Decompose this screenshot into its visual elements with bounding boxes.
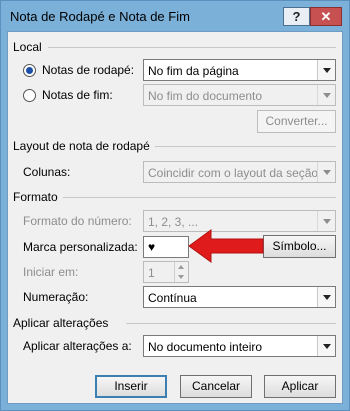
window-title: Nota de Rodapé e Nota de Fim	[10, 9, 190, 24]
separator	[155, 146, 336, 147]
footnotes-label[interactable]: Notas de rodapé:	[42, 63, 134, 77]
start-at-label: Iniciar em:	[23, 265, 79, 279]
numbering-label: Numeração:	[23, 290, 89, 304]
columns-value: Coincidir com o layout da seção	[148, 166, 319, 180]
footnotes-location-value: No fim da página	[148, 64, 239, 78]
chevron-down-icon[interactable]	[317, 162, 335, 182]
endnotes-radio[interactable]	[23, 89, 36, 102]
separator	[63, 197, 336, 198]
close-button[interactable]: ✕	[310, 7, 342, 26]
apply-to-label: Aplicar alterações a:	[23, 339, 132, 353]
endnotes-location-select[interactable]: No fim do documento	[143, 84, 336, 106]
dialog-body: Local Notas de rodapé: No fim da página …	[7, 31, 343, 404]
numbering-select[interactable]: Contínua	[143, 286, 336, 308]
section-title-layout: Layout de nota de rodapé	[13, 139, 150, 153]
columns-select[interactable]: Coincidir com o layout da seção	[143, 161, 336, 183]
insert-button[interactable]: Inserir	[95, 375, 167, 398]
dialog-window: Nota de Rodapé e Nota de Fim ? ✕ Local N…	[0, 0, 350, 411]
apply-to-select[interactable]: No documento inteiro	[143, 335, 336, 357]
endnotes-label[interactable]: Notas de fim:	[42, 88, 113, 102]
section-title-local: Local	[13, 40, 42, 54]
title-bar[interactable]: Nota de Rodapé e Nota de Fim ? ✕	[1, 1, 349, 31]
spin-up-icon[interactable]	[174, 262, 188, 272]
help-button[interactable]: ?	[283, 7, 310, 26]
chevron-down-icon[interactable]	[317, 60, 335, 80]
endnotes-location-value: No fim do documento	[148, 89, 263, 103]
separator	[48, 47, 336, 48]
separator	[126, 323, 336, 324]
numbering-value: Contínua	[148, 291, 197, 305]
start-at-value: 1	[148, 266, 155, 280]
chevron-down-icon[interactable]	[317, 287, 335, 307]
apply-to-value: No documento inteiro	[148, 340, 263, 354]
red-arrow-annotation-icon	[188, 229, 264, 263]
custom-mark-label: Marca personalizada:	[23, 240, 138, 254]
custom-mark-value: ♥	[148, 240, 156, 254]
number-format-label: Formato do número:	[23, 214, 132, 228]
number-format-value: 1, 2, 3, ...	[148, 215, 199, 229]
chevron-down-icon[interactable]	[317, 336, 335, 356]
chevron-down-icon[interactable]	[317, 85, 335, 105]
section-title-format: Formato	[13, 190, 58, 204]
convert-button[interactable]: Converter...	[257, 110, 336, 133]
chevron-down-icon[interactable]	[317, 211, 335, 231]
spin-down-icon[interactable]	[174, 272, 188, 282]
cancel-button[interactable]: Cancelar	[180, 375, 252, 398]
footnotes-location-select[interactable]: No fim da página	[143, 59, 336, 81]
footnotes-radio[interactable]	[23, 64, 36, 77]
section-title-apply: Aplicar alterações	[13, 316, 109, 330]
start-at-spinner[interactable]: 1	[143, 261, 189, 283]
columns-label: Colunas:	[23, 165, 71, 179]
custom-mark-input[interactable]: ♥	[143, 236, 189, 258]
symbol-button[interactable]: Símbolo...	[263, 235, 336, 258]
apply-button[interactable]: Aplicar	[264, 375, 336, 398]
